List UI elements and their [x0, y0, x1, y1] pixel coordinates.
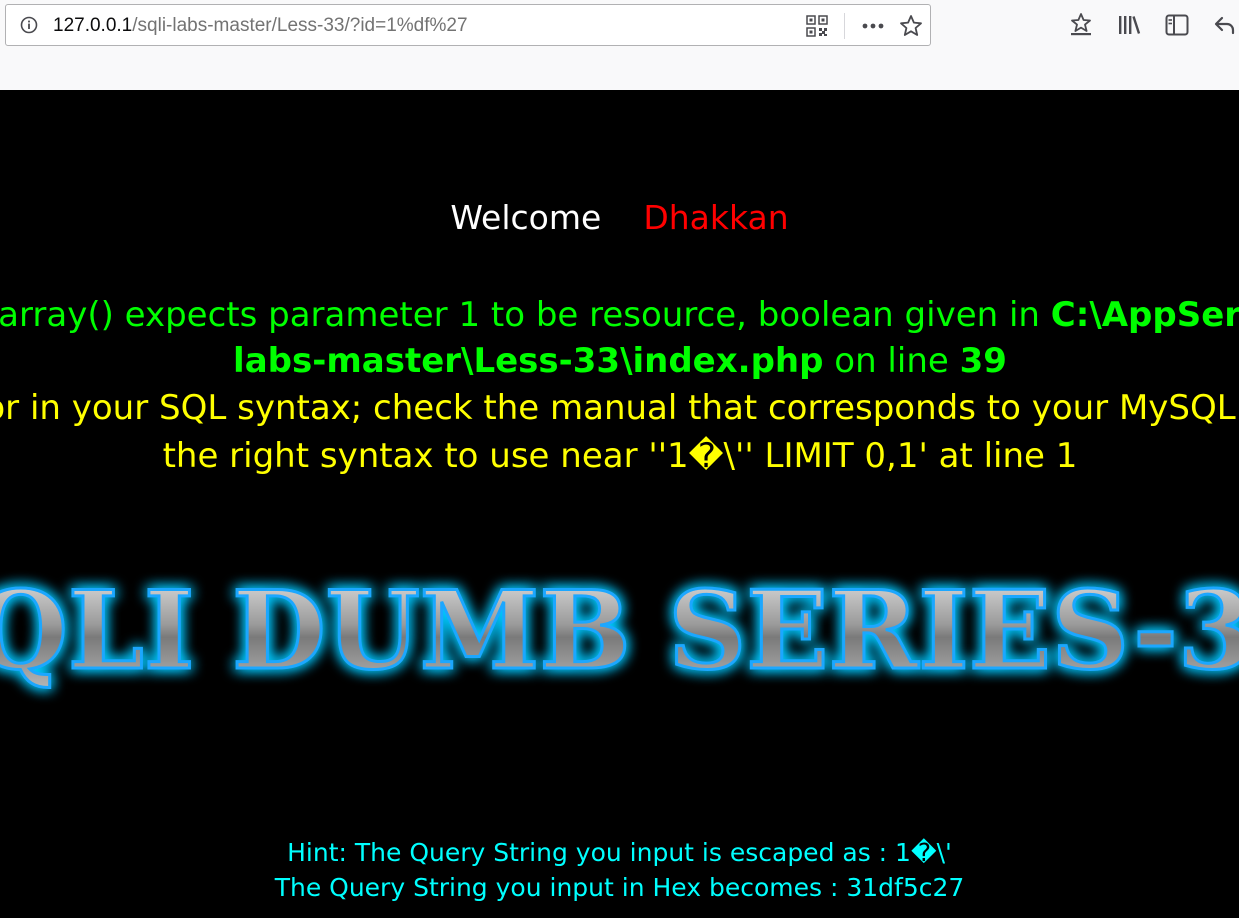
pocket-save-icon[interactable] — [1068, 12, 1094, 38]
browser-toolbar: 127.0.0.1/sqli-labs-master/Less-33/?id=1… — [0, 0, 1239, 90]
sql-error: You have an error in your SQL syntax; ch… — [0, 384, 1239, 480]
address-bar-divider — [844, 13, 845, 39]
sql-error-line-1: You have an error in your SQL syntax; ch… — [0, 388, 1239, 428]
welcome-label: Welcome — [450, 198, 602, 237]
address-bar[interactable]: 127.0.0.1/sqli-labs-master/Less-33/?id=1… — [5, 4, 931, 46]
welcome-heading: Welcome Dhakkan — [0, 198, 1239, 238]
bookmark-star-icon[interactable] — [899, 14, 923, 38]
more-icon[interactable] — [859, 14, 887, 38]
sql-error-line-2: the right syntax to use near ''1�\'' LIM… — [162, 436, 1078, 476]
library-icon[interactable] — [1116, 12, 1142, 38]
warning-message: mysql_fetch_array() expects parameter 1 … — [0, 295, 1040, 335]
welcome-name: Dhakkan — [643, 198, 789, 237]
url-path: /sqli-labs-master/Less-33/?id=1%df%27 — [132, 15, 468, 36]
warning-file-path-end: labs-master\Less-33\index.php — [233, 341, 824, 381]
url-text[interactable]: 127.0.0.1/sqli-labs-master/Less-33/?id=1… — [53, 15, 468, 37]
page-content: Welcome Dhakkan mysql_fetch_array() expec… — [0, 90, 1239, 918]
warning-file-path-start: C:\AppServ\www\sqli- — [1050, 295, 1239, 335]
qr-code-icon[interactable] — [806, 15, 828, 37]
url-host: 127.0.0.1 — [53, 15, 133, 36]
warning-line-number: 39 — [959, 341, 1007, 381]
hint-block: Hint: The Query String you input is esca… — [0, 835, 1239, 905]
series-banner-logo: SQLI DUMB SERIES-33 — [0, 567, 1239, 696]
back-icon[interactable] — [1212, 12, 1238, 38]
hint-hex: The Query String you input in Hex become… — [274, 873, 965, 902]
info-icon[interactable] — [20, 16, 38, 34]
hint-escaped: Hint: The Query String you input is esca… — [287, 838, 952, 867]
sidebar-icon[interactable] — [1164, 12, 1190, 38]
php-warning: mysql_fetch_array() expects parameter 1 … — [0, 292, 1239, 384]
warning-line-label: on line — [823, 341, 960, 381]
banner-text: SQLI DUMB SERIES-33 — [0, 568, 1239, 694]
